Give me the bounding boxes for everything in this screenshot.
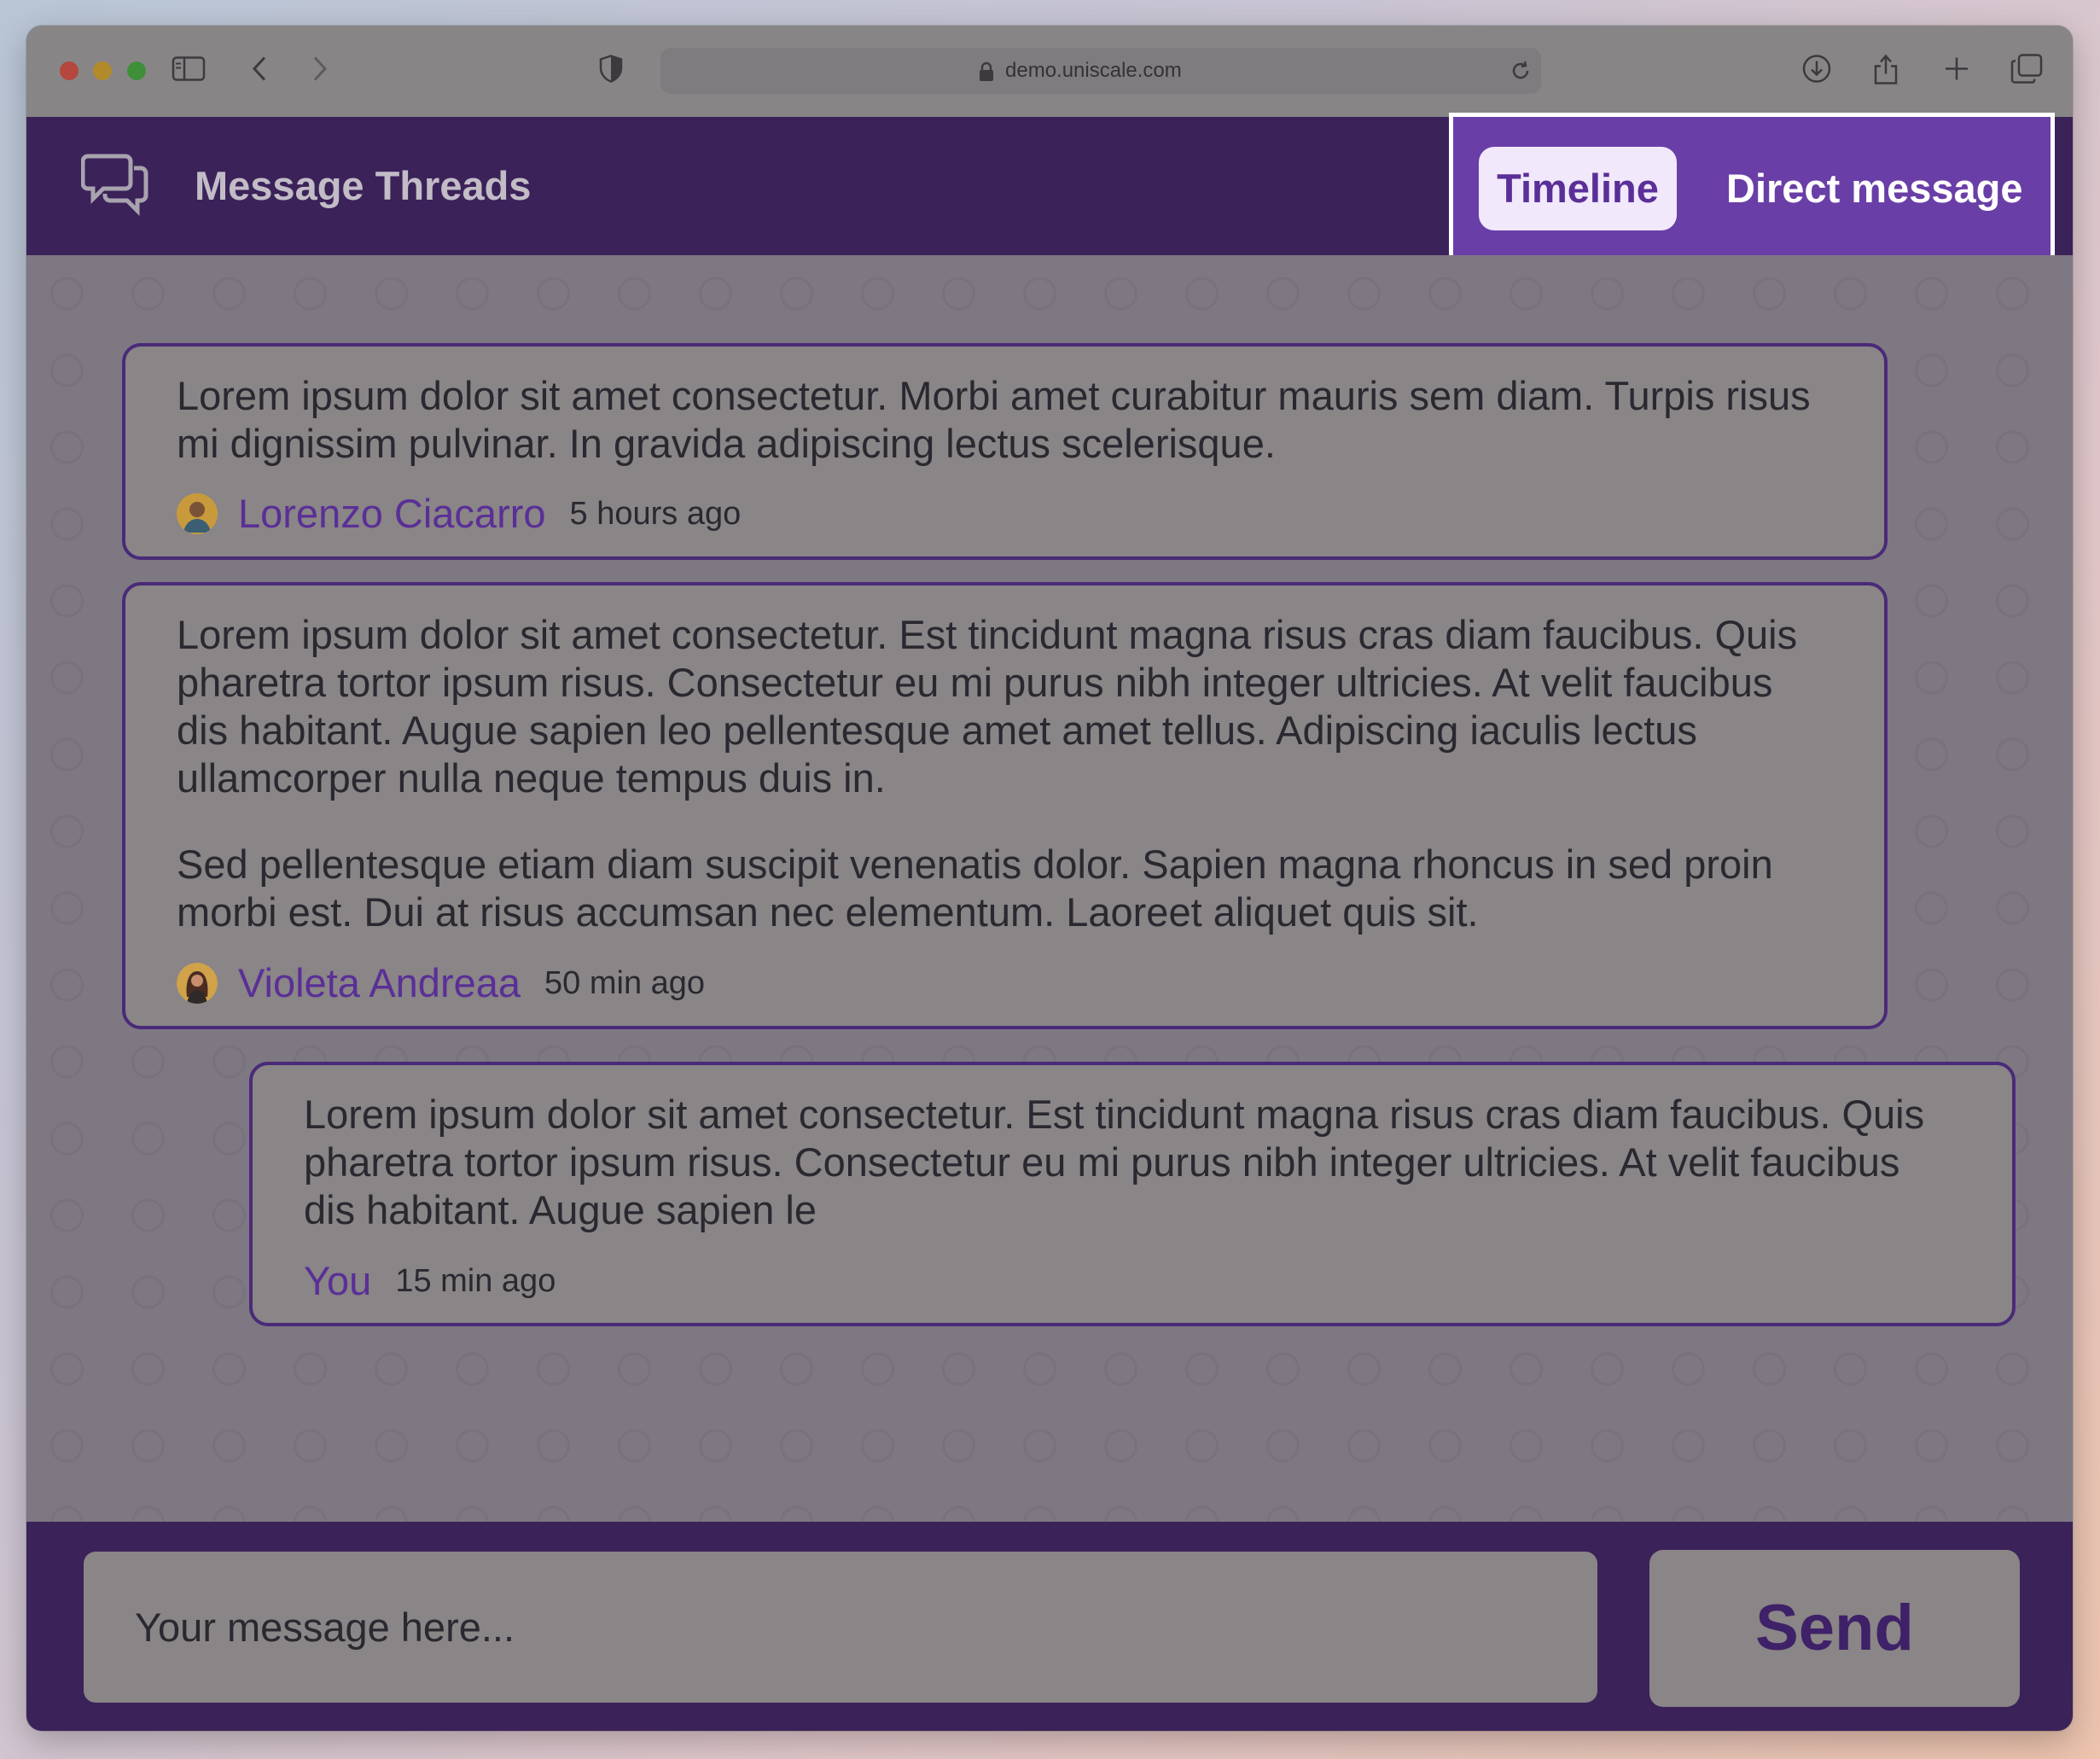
reload-icon[interactable] <box>1509 59 1533 87</box>
lock-icon <box>979 61 994 86</box>
message-input[interactable]: Your message here... <box>84 1552 1597 1703</box>
message-text: Sed pellentesque etiam diam suscipit ven… <box>177 842 1773 935</box>
tabs-overview-icon[interactable] <box>2010 54 2043 89</box>
message-time: 50 min ago <box>544 965 706 1001</box>
page-title: Message Threads <box>195 163 532 208</box>
app-header: Message Threads Timeline Direct message <box>26 113 2073 263</box>
message-time: 15 min ago <box>395 1263 556 1299</box>
message-meta: You 15 min ago <box>304 1257 556 1305</box>
message-composer: Your message here... Send <box>26 1522 2073 1731</box>
share-icon[interactable] <box>1872 52 1899 90</box>
message-time: 5 hours ago <box>569 496 742 532</box>
zoom-window-button[interactable] <box>127 61 146 80</box>
message-text: Lorem ipsum dolor sit amet consectetur. … <box>304 1092 1925 1232</box>
message-text: Lorem ipsum dolor sit amet consectetur. … <box>177 373 1811 466</box>
send-button[interactable]: Send <box>1649 1550 2020 1707</box>
message-author: You <box>304 1258 372 1303</box>
chat-bubbles-icon <box>80 151 149 224</box>
avatar[interactable] <box>177 493 218 534</box>
minimize-window-button[interactable] <box>93 61 112 80</box>
message-text: Lorem ipsum dolor sit amet consectetur. … <box>177 612 1798 801</box>
message-author[interactable]: Violeta Andreaa <box>238 959 521 1007</box>
tab-direct-message[interactable]: Direct message <box>1726 147 2022 230</box>
browser-toolbar: demo.uniscale.com <box>26 26 2073 118</box>
address-bar[interactable]: demo.uniscale.com <box>660 48 1541 94</box>
new-tab-plus-icon[interactable] <box>1943 55 1970 87</box>
avatar[interactable] <box>177 963 218 1004</box>
shield-icon[interactable] <box>598 55 624 88</box>
download-icon[interactable] <box>1801 54 1832 89</box>
message-meta: Lorenzo Ciacarro 5 hours ago <box>177 490 741 538</box>
tab-switcher: Timeline Direct message <box>1449 113 2055 263</box>
sidebar-icon[interactable] <box>172 56 206 86</box>
message-card: Lorem ipsum dolor sit amet consectetur. … <box>122 343 1888 560</box>
message-card: Lorem ipsum dolor sit amet consectetur. … <box>122 582 1888 1029</box>
back-arrow-icon[interactable] <box>250 55 269 87</box>
forward-arrow-icon[interactable] <box>311 55 329 87</box>
message-thread[interactable]: Lorem ipsum dolor sit amet consectetur. … <box>26 255 2073 1522</box>
url-text: demo.uniscale.com <box>1005 59 1182 82</box>
message-card-own: Lorem ipsum dolor sit amet consectetur. … <box>249 1062 2016 1326</box>
tab-timeline[interactable]: Timeline <box>1479 147 1677 230</box>
close-window-button[interactable] <box>60 61 79 80</box>
message-meta: Violeta Andreaa 50 min ago <box>177 959 705 1007</box>
browser-window: demo.uniscale.com Message Threads Timeli… <box>26 26 2073 1731</box>
message-author[interactable]: Lorenzo Ciacarro <box>238 490 546 538</box>
